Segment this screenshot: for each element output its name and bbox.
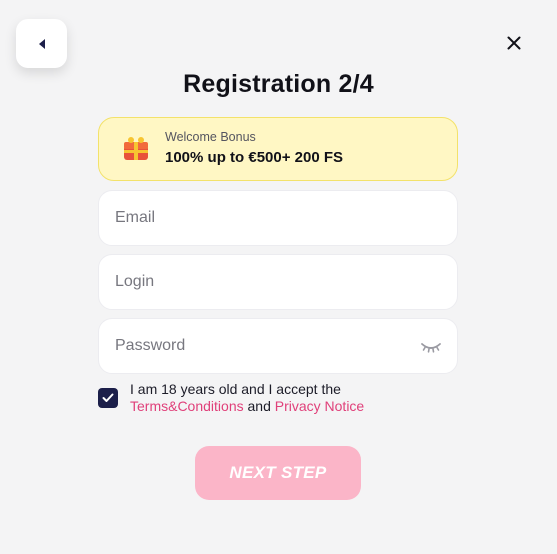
login-field[interactable] [99,255,457,309]
eye-closed-icon[interactable] [419,337,443,357]
password-field[interactable] [99,319,457,373]
bonus-label: Welcome Bonus [165,130,256,144]
password-field-wrapper [98,318,458,374]
bonus-value: 100% up to €500+ 200 FS [165,149,344,166]
email-field[interactable] [99,191,457,245]
welcome-bonus-banner: Welcome Bonus 100% up to €500+ 200 FS [98,117,458,181]
close-button[interactable] [500,31,528,59]
email-field-wrapper [98,190,458,246]
close-icon [507,36,521,55]
registration-modal: Registration 2/4 Welcome Bonus 100% up t… [0,0,557,554]
chevron-left-icon [37,38,47,50]
login-field-wrapper [98,254,458,310]
consent-and: and [247,398,271,414]
privacy-link[interactable]: Privacy Notice [275,398,364,414]
check-icon [102,393,114,402]
next-step-button[interactable]: NEXT STEP [195,446,361,500]
consent-statement: I am 18 years old and I accept the [130,381,341,397]
consent-text: I am 18 years old and I accept the Terms… [130,381,460,415]
page-title: Registration 2/4 [183,70,374,98]
consent-row: I am 18 years old and I accept the Terms… [98,381,458,421]
terms-link[interactable]: Terms&Conditions [130,398,244,414]
consent-checkbox[interactable] [98,388,118,408]
gift-chest-icon [121,134,151,164]
back-button[interactable] [16,19,67,68]
